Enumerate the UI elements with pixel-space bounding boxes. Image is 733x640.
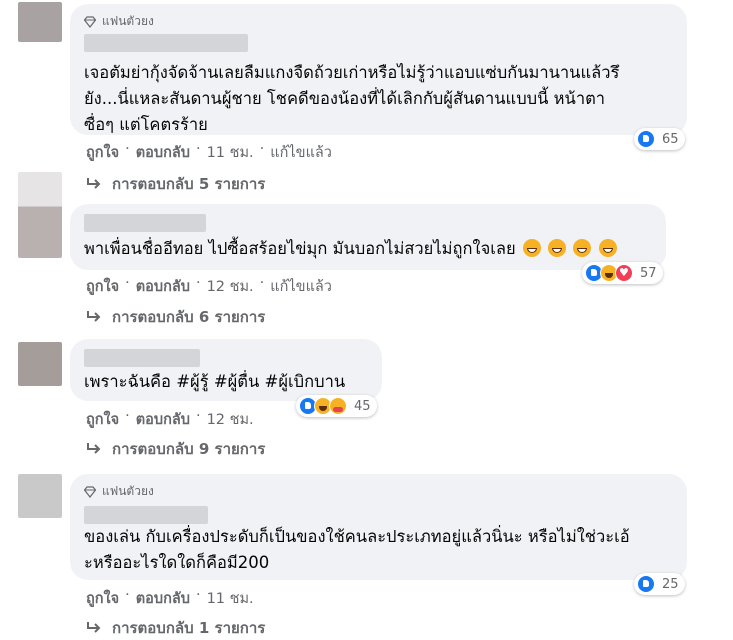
timestamp[interactable]: 12 ชม.: [207, 408, 254, 431]
avatar[interactable]: [18, 342, 62, 386]
comment-line: เจอตัมย่ากุ้งจัดจ้านเลยลืมแกงจืดถ้วยเก่า…: [84, 63, 620, 82]
author-name[interactable]: [84, 506, 208, 524]
comment-text: เพราะฉันคือ #ผู้รู้ #ผู้ตื่น #ผู้เบิกบาน: [84, 369, 345, 395]
comment-bubble: เพราะฉันคือ #ผู้รู้ #ผู้ตื่น #ผู้เบิกบาน: [70, 339, 382, 401]
view-replies-link[interactable]: การตอบกลับ 1 รายการ: [86, 616, 265, 640]
timestamp[interactable]: 12 ชม.: [207, 275, 254, 298]
like-link[interactable]: ถูกใจ: [86, 587, 119, 610]
reaction-count: 45: [354, 398, 371, 414]
comment-line: ยัง...นี่แหละสันดานผู้ชาย โชคดีของน้องที…: [84, 89, 606, 108]
reply-link[interactable]: ตอบกลับ: [136, 408, 190, 431]
comment-bubble: แฟนตัวยง เจอตัมย่ากุ้งจัดจ้านเลยลืมแกงจื…: [70, 4, 687, 135]
reaction-summary[interactable]: 57: [582, 262, 663, 284]
separator: ·: [195, 587, 201, 603]
love-reaction-icon: [615, 264, 633, 282]
separator: ·: [125, 408, 130, 424]
diamond-icon: [84, 485, 96, 498]
comment-line: ะหรืออะไรใดใดก็คือมี200: [84, 553, 270, 572]
comment-line: ซื่อๆ แต่โคตรร้าย: [84, 115, 208, 134]
separator: ·: [125, 587, 130, 603]
reply-link[interactable]: ตอบกลับ: [136, 141, 190, 164]
comment-line: ของเล่น กับเครื่องประดับก็เป็นของใช้คนละ…: [84, 527, 630, 546]
avatar[interactable]: [18, 2, 62, 42]
grinning-emoji-icon: [598, 239, 617, 257]
separator: ·: [125, 141, 130, 157]
reply-arrow-icon: [87, 178, 101, 189]
like-link[interactable]: ถูกใจ: [86, 141, 119, 164]
timestamp[interactable]: 11 ชม.: [207, 141, 254, 164]
replies-label: การตอบกลับ 6 รายการ: [112, 308, 266, 326]
reply-link[interactable]: ตอบกลับ: [136, 587, 190, 610]
view-replies-link[interactable]: การตอบกลับ 6 รายการ: [86, 305, 265, 329]
author-name[interactable]: [84, 214, 206, 232]
top-fan-badge: แฟนตัวยง: [84, 12, 154, 31]
replies-label: การตอบกลับ 1 รายการ: [112, 619, 266, 637]
care-reaction-icon: [329, 397, 347, 415]
comment-actions: ถูกใจ · ตอบกลับ · 12 ชม.: [86, 408, 254, 431]
author-name[interactable]: [84, 349, 200, 367]
reaction-count: 25: [662, 576, 679, 592]
comment-text: พาเพื่อนชื่ออีทอย ไปซื้อสร้อยไข่มุก มันบ…: [84, 236, 617, 262]
diamond-icon: [84, 15, 96, 28]
separator: ·: [195, 408, 201, 424]
edited-label: แก้ไขแล้ว: [270, 279, 332, 295]
reaction-summary[interactable]: 65: [634, 128, 685, 150]
like-reaction-icon: [637, 130, 655, 148]
reaction-summary[interactable]: 45: [296, 395, 377, 417]
avatar[interactable]: [18, 172, 62, 258]
badge-label: แฟนตัวยง: [102, 14, 154, 28]
comment-line: พาเพื่อนชื่ออีทอย ไปซื้อสร้อยไข่มุก มันบ…: [84, 239, 516, 258]
comment-line: เพราะฉันคือ #ผู้รู้ #ผู้ตื่น #ผู้เบิกบาน: [84, 372, 346, 391]
avatar[interactable]: [18, 474, 62, 518]
reply-arrow-icon: [87, 622, 101, 633]
separator: ·: [195, 141, 201, 157]
separator: ·: [125, 275, 130, 291]
comment-text: ของเล่น กับเครื่องประดับก็เป็นของใช้คนละ…: [84, 524, 630, 576]
grinning-emoji-icon: [548, 239, 567, 257]
grinning-emoji-icon: [522, 239, 541, 257]
like-reaction-icon: [637, 575, 655, 593]
separator: ·: [259, 141, 265, 157]
reaction-count: 57: [640, 265, 657, 281]
view-replies-link[interactable]: การตอบกลับ 5 รายการ: [86, 172, 265, 196]
comment-actions: ถูกใจ · ตอบกลับ · 11 ชม.: [86, 587, 254, 610]
like-link[interactable]: ถูกใจ: [86, 408, 119, 431]
replies-label: การตอบกลับ 5 รายการ: [112, 175, 266, 193]
reply-arrow-icon: [87, 311, 101, 322]
reaction-summary[interactable]: 25: [634, 573, 685, 595]
comment-bubble: พาเพื่อนชื่ออีทอย ไปซื้อสร้อยไข่มุก มันบ…: [70, 204, 666, 270]
comment-bubble: แฟนตัวยง ของเล่น กับเครื่องประดับก็เป็นข…: [70, 474, 687, 580]
reply-arrow-icon: [87, 443, 101, 454]
edited-label: แก้ไขแล้ว: [270, 145, 332, 161]
grinning-emoji-icon: [573, 239, 592, 257]
comment-text: เจอตัมย่ากุ้งจัดจ้านเลยลืมแกงจืดถ้วยเก่า…: [84, 60, 619, 138]
like-link[interactable]: ถูกใจ: [86, 275, 119, 298]
separator: ·: [195, 275, 201, 291]
view-replies-link[interactable]: การตอบกลับ 9 รายการ: [86, 437, 265, 461]
comment-actions: ถูกใจ · ตอบกลับ · 11 ชม. · แก้ไขแล้ว: [86, 141, 332, 164]
separator: ·: [259, 275, 265, 291]
replies-label: การตอบกลับ 9 รายการ: [112, 440, 266, 458]
author-name[interactable]: [84, 34, 248, 52]
comment-actions: ถูกใจ · ตอบกลับ · 12 ชม. · แก้ไขแล้ว: [86, 275, 332, 298]
badge-label: แฟนตัวยง: [102, 484, 154, 498]
reaction-count: 65: [662, 131, 679, 147]
reply-link[interactable]: ตอบกลับ: [136, 275, 190, 298]
timestamp[interactable]: 11 ชม.: [207, 587, 254, 610]
top-fan-badge: แฟนตัวยง: [84, 482, 154, 501]
